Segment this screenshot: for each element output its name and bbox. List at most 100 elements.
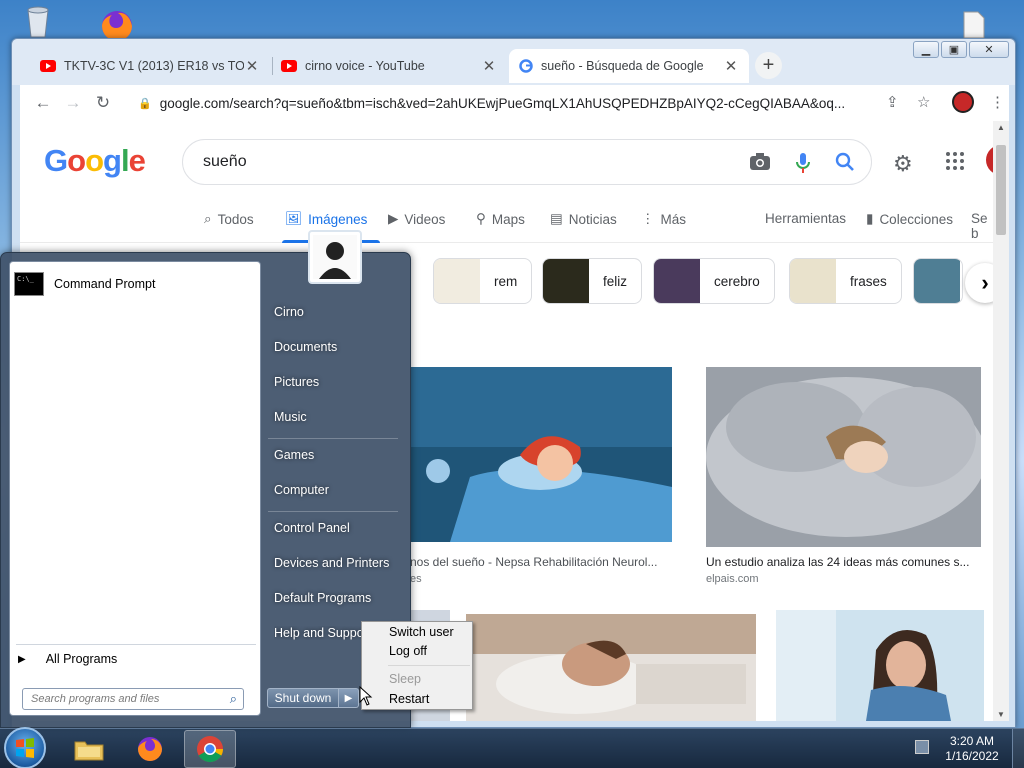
chip-feliz[interactable]: feliz [542,258,643,304]
chevron-right-icon[interactable]: › [965,263,993,303]
chip-frases[interactable]: frases [789,258,902,304]
safesearch-button[interactable]: Se b [971,211,993,241]
tab-noticias[interactable]: ▤ Noticias [550,211,617,227]
tab-mas[interactable]: ⋮ Más [641,211,686,227]
vertical-scrollbar[interactable]: ▲ ▼ [993,121,1009,721]
triangle-right-icon: ▶ [18,653,26,665]
back-icon[interactable]: ← [28,93,58,113]
result-title[interactable]: Un estudio analiza las 24 ideas más comu… [706,555,981,569]
close-tab-icon[interactable]: ✕ [244,57,260,75]
result-image-4[interactable] [466,614,756,721]
windows-start-orb-icon[interactable] [4,727,46,768]
close-window-button[interactable]: ✕ [969,41,1009,58]
start-link-documents[interactable]: Documents [274,340,337,354]
menu-item-switch-user[interactable]: Switch user [389,625,454,639]
menu-kebab-icon[interactable]: ⋮ [990,93,1005,111]
menu-item-restart[interactable]: Restart [389,692,429,706]
search-icon[interactable] [835,152,855,177]
start-link-help-support[interactable]: Help and Support [274,626,364,640]
all-programs-label: All Programs [45,652,118,666]
search-input[interactable] [203,153,723,171]
tab-maps[interactable]: ⚲ Maps [476,211,525,227]
start-link-computer[interactable]: Computer [274,483,329,497]
program-label: Command Prompt [54,277,156,291]
start-search-input[interactable]: Search programs and files ⌕ [22,688,244,710]
bookmark-star-icon[interactable]: ☆ [917,93,930,111]
forward-icon[interactable]: → [58,93,88,113]
chip-cerebro[interactable]: cerebro [653,258,775,304]
result-image-2[interactable] [706,367,981,547]
tab-1[interactable]: TKTV-3C V1 (2013) ER18 vs TOCI ✕ [30,49,270,83]
menu-item-log-off[interactable]: Log off [389,644,427,658]
all-programs-button[interactable]: ▶ All Programs [18,652,117,666]
network-tray-icon[interactable] [915,740,929,754]
shutdown-options-arrow-icon[interactable]: ▶ [339,688,359,708]
chrome-taskbar-icon[interactable] [184,730,236,768]
menu-item-sleep: Sleep [389,672,421,686]
shut-down-button[interactable]: Shut down [267,688,339,708]
start-link-music[interactable]: Music [274,410,307,424]
result-image-5[interactable] [776,610,984,721]
minimize-button[interactable]: ▁ [913,41,939,58]
collections-button[interactable]: ▮ Colecciones [866,211,953,227]
result-image-1[interactable] [410,367,672,542]
settings-gear-icon[interactable]: ⚙ [893,151,913,177]
browser-toolbar: ← → ↻ 🔒 google.com/search?q=sueño&tbm=is… [20,85,1009,121]
maximize-button[interactable]: ▣ [941,41,967,58]
system-clock[interactable]: 3:20 AM 1/16/2022 [940,734,1004,764]
firefox-taskbar-icon[interactable] [124,730,176,768]
firefox-desktop-icon[interactable] [96,6,138,42]
tab-videos[interactable]: ▶ Videos [388,211,445,227]
share-icon[interactable]: ⇪ [886,93,899,111]
tab-todos[interactable]: ⌕ Todos [204,211,254,227]
profile-avatar-icon[interactable] [952,91,974,113]
result-source[interactable]: es [410,573,422,585]
start-link-cirno[interactable]: Cirno [274,305,304,319]
account-avatar[interactable] [986,145,993,175]
start-link-pictures[interactable]: Pictures [274,375,319,389]
new-tab-button[interactable]: + [755,52,782,79]
map-pin-icon: ⚲ [476,211,486,226]
start-programs-pane: C:\_ Command Prompt ▶ All Programs Searc… [9,261,261,716]
tab-imagenes[interactable]: 🖼 Imágenes [285,211,367,227]
tab-label: Más [660,211,687,227]
user-account-picture[interactable] [308,230,362,284]
chip-rem[interactable]: rem [433,258,533,304]
chip-thumbnail [914,259,960,303]
show-desktop-button[interactable] [1012,729,1024,768]
tab-label: Noticias [568,211,617,227]
news-icon: ▤ [550,211,563,226]
tab-3-active[interactable]: sueño - Búsqueda de Google ✕ [509,49,749,83]
start-link-default-programs[interactable]: Default Programs [274,591,371,605]
microphone-icon[interactable] [795,152,811,179]
apps-grid-icon[interactable] [945,151,965,177]
close-tab-icon[interactable]: ✕ [723,57,739,75]
tab-label: Videos [404,211,446,227]
power-options-menu: Switch user Log off Sleep Restart [361,621,473,710]
explorer-taskbar-icon[interactable] [63,730,115,768]
tab-2[interactable]: cirno voice - YouTube ✕ [271,49,507,83]
image-icon: 🖼 [285,211,303,226]
start-link-devices-printers[interactable]: Devices and Printers [274,556,389,570]
start-link-control-panel[interactable]: Control Panel [274,521,350,535]
result-title[interactable]: nos del sueño - Nepsa Rehabilitación Neu… [410,555,672,569]
result-source[interactable]: elpais.com [706,573,759,585]
tools-button[interactable]: Herramientas [765,211,846,226]
reload-icon[interactable]: ↻ [88,93,118,113]
chip-thumbnail [434,259,480,303]
chip-partial[interactable] [913,258,963,304]
address-bar[interactable]: 🔒 google.com/search?q=sueño&tbm=isch&ved… [138,89,888,117]
video-icon: ▶ [388,211,399,226]
search-icon[interactable]: ⌕ [230,691,237,707]
google-logo[interactable]: Google [44,143,146,179]
command-prompt-item[interactable]: C:\_ Command Prompt [14,272,155,296]
google-g-icon [519,59,533,73]
scrollbar-thumb[interactable] [996,145,1006,235]
document-desktop-icon[interactable] [958,10,988,40]
tab-label: Imágenes [308,211,368,227]
start-link-games[interactable]: Games [274,448,314,462]
recycle-bin-icon[interactable] [20,4,56,38]
camera-icon[interactable] [749,152,771,177]
close-tab-icon[interactable]: ✕ [481,57,497,75]
chip-thumbnail [654,259,700,303]
